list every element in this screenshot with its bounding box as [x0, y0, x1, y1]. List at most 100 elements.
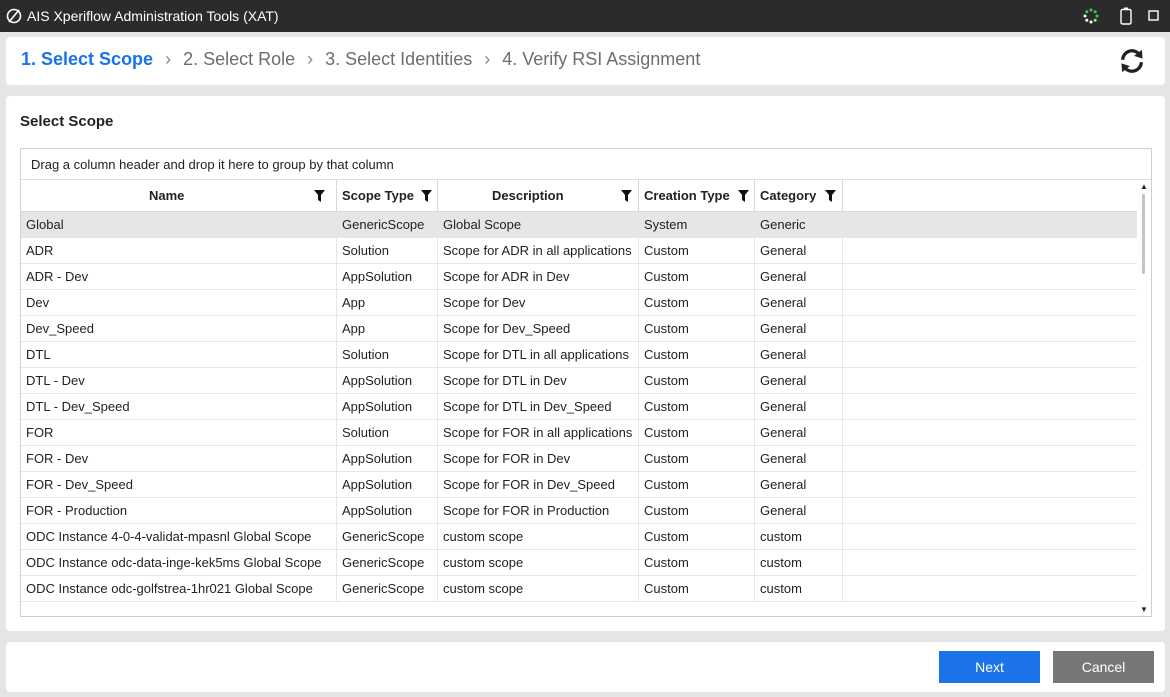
filter-icon[interactable] [314, 190, 325, 202]
cell-name: FOR - Dev_Speed [21, 472, 337, 497]
cell-name: Dev_Speed [21, 316, 337, 341]
cell-description: Scope for Dev [438, 290, 639, 315]
cell-category: General [755, 342, 843, 367]
cell-description: Global Scope [438, 212, 639, 237]
column-header-creation-type[interactable]: Creation Type [639, 180, 755, 211]
scroll-down-icon[interactable]: ▼ [1140, 605, 1148, 614]
table-row[interactable]: FOR - Production AppSolution Scope for FOR… [21, 498, 1137, 524]
column-header-category[interactable]: Category [755, 180, 843, 211]
table-row[interactable]: DTL Solution Scope for DTL in all applicat… [21, 342, 1137, 368]
table-row[interactable]: FOR Solution Scope for FOR in all applicat… [21, 420, 1137, 446]
cell-description: Scope for FOR in Dev_Speed [438, 472, 639, 497]
cell-category: General [755, 264, 843, 289]
cell-description: custom scope [438, 524, 639, 549]
scope-grid: Drag a column header and drop it here to… [20, 148, 1152, 617]
refresh-icon[interactable] [1118, 47, 1146, 75]
chevron-right-icon: › [165, 49, 172, 69]
cell-description: custom scope [438, 550, 639, 575]
cell-scope-type: Solution [337, 238, 438, 263]
cell-name: FOR [21, 420, 337, 445]
step-select-identities[interactable]: 3. Select Identities [325, 49, 472, 69]
step-verify-rsi-assignment[interactable]: 4. Verify RSI Assignment [502, 49, 700, 69]
table-row[interactable]: DTL - Dev AppSolution Scope for DTL in Dev… [21, 368, 1137, 394]
cell-name: ODC Instance 4-0-4-validat-mpasnl Global… [21, 524, 337, 549]
cell-category: custom [755, 524, 843, 549]
cell-creation-type: Custom [639, 394, 755, 419]
breadcrumb: 1. Select Scope › 2. Select Role › 3. Select… [21, 49, 700, 70]
cell-scope-type: Solution [337, 342, 438, 367]
cell-scope-type: AppSolution [337, 368, 438, 393]
next-button[interactable]: Next [939, 651, 1040, 683]
cell-creation-type: Custom [639, 576, 755, 601]
cell-creation-type: Custom [639, 498, 755, 523]
cancel-button[interactable]: Cancel [1053, 651, 1154, 683]
cell-description: Scope for FOR in Dev [438, 446, 639, 471]
cell-category: Generic [755, 212, 843, 237]
filter-icon[interactable] [738, 190, 749, 202]
cell-description: Scope for DTL in Dev [438, 368, 639, 393]
table-row[interactable]: FOR - Dev AppSolution Scope for FOR in Dev… [21, 446, 1137, 472]
cell-scope-type: GenericScope [337, 524, 438, 549]
column-header-scope-type[interactable]: Scope Type [337, 180, 438, 211]
step-select-scope[interactable]: 1. Select Scope [21, 49, 153, 69]
cell-name: ODC Instance odc-golfstrea-1hr021 Global… [21, 576, 337, 601]
footer-bar: Next Cancel [6, 642, 1165, 692]
chevron-right-icon: › [484, 49, 491, 69]
cell-name: Global [21, 212, 337, 237]
battery-icon [1120, 7, 1132, 25]
cell-description: Scope for ADR in Dev [438, 264, 639, 289]
filter-icon[interactable] [421, 190, 432, 202]
table-row[interactable]: DTL - Dev_Speed AppSolution Scope for DTL … [21, 394, 1137, 420]
vertical-scrollbar[interactable]: ▲ ▼ [1137, 180, 1151, 616]
wizard-steps-bar: 1. Select Scope › 2. Select Role › 3. Select… [6, 37, 1165, 85]
cell-category: General [755, 446, 843, 471]
cell-category: custom [755, 550, 843, 575]
cell-name: DTL - Dev [21, 368, 337, 393]
cell-scope-type: App [337, 290, 438, 315]
column-header-description[interactable]: Description [438, 180, 639, 211]
table-row[interactable]: Global GenericScope Global Scope System Gene… [21, 212, 1137, 238]
cell-name: DTL - Dev_Speed [21, 394, 337, 419]
cell-scope-type: AppSolution [337, 264, 438, 289]
window-title: AIS Xperiflow Administration Tools (XAT) [27, 8, 279, 24]
cell-creation-type: System [639, 212, 755, 237]
table-row[interactable]: ODC Instance odc-golfstrea-1hr021 Global… [21, 576, 1137, 602]
cell-category: custom [755, 576, 843, 601]
loading-spinner-icon [1083, 8, 1099, 24]
table-row[interactable]: Dev App Scope for Dev Custom General [21, 290, 1137, 316]
cell-name: Dev [21, 290, 337, 315]
table-row[interactable]: ADR Solution Scope for ADR in all applicat… [21, 238, 1137, 264]
cell-creation-type: Custom [639, 290, 755, 315]
filter-icon[interactable] [621, 190, 632, 202]
cell-name: ADR - Dev [21, 264, 337, 289]
table-row[interactable]: ADR - Dev AppSolution Scope for ADR in Dev… [21, 264, 1137, 290]
table-row[interactable]: ODC Instance odc-data-inge-kek5ms Global… [21, 550, 1137, 576]
cell-description: Scope for ADR in all applications [438, 238, 639, 263]
step-select-role[interactable]: 2. Select Role [183, 49, 295, 69]
table-row[interactable]: FOR - Dev_Speed AppSolution Scope for FOR … [21, 472, 1137, 498]
cell-name: ODC Instance odc-data-inge-kek5ms Global… [21, 550, 337, 575]
filter-icon[interactable] [825, 190, 836, 202]
cell-description: Scope for Dev_Speed [438, 316, 639, 341]
cell-name: FOR - Production [21, 498, 337, 523]
column-header-label: Scope Type [342, 188, 415, 203]
column-header-name[interactable]: Name [21, 180, 337, 211]
table-row[interactable]: Dev_Speed App Scope for Dev_Speed Custom Gen… [21, 316, 1137, 342]
cell-category: General [755, 290, 843, 315]
cell-description: Scope for DTL in all applications [438, 342, 639, 367]
cell-category: General [755, 420, 843, 445]
cell-creation-type: Custom [639, 524, 755, 549]
cell-category: General [755, 394, 843, 419]
scrollbar-thumb[interactable] [1142, 194, 1145, 274]
scroll-up-icon[interactable]: ▲ [1140, 182, 1148, 191]
cell-category: General [755, 498, 843, 523]
cell-name: DTL [21, 342, 337, 367]
column-header-label: Creation Type [644, 188, 730, 203]
cell-scope-type: GenericScope [337, 212, 438, 237]
cell-scope-type: GenericScope [337, 576, 438, 601]
cell-creation-type: Custom [639, 264, 755, 289]
cell-creation-type: Custom [639, 238, 755, 263]
group-by-panel[interactable]: Drag a column header and drop it here to… [21, 149, 1151, 180]
maximize-icon[interactable] [1148, 10, 1159, 21]
table-row[interactable]: ODC Instance 4-0-4-validat-mpasnl Global… [21, 524, 1137, 550]
